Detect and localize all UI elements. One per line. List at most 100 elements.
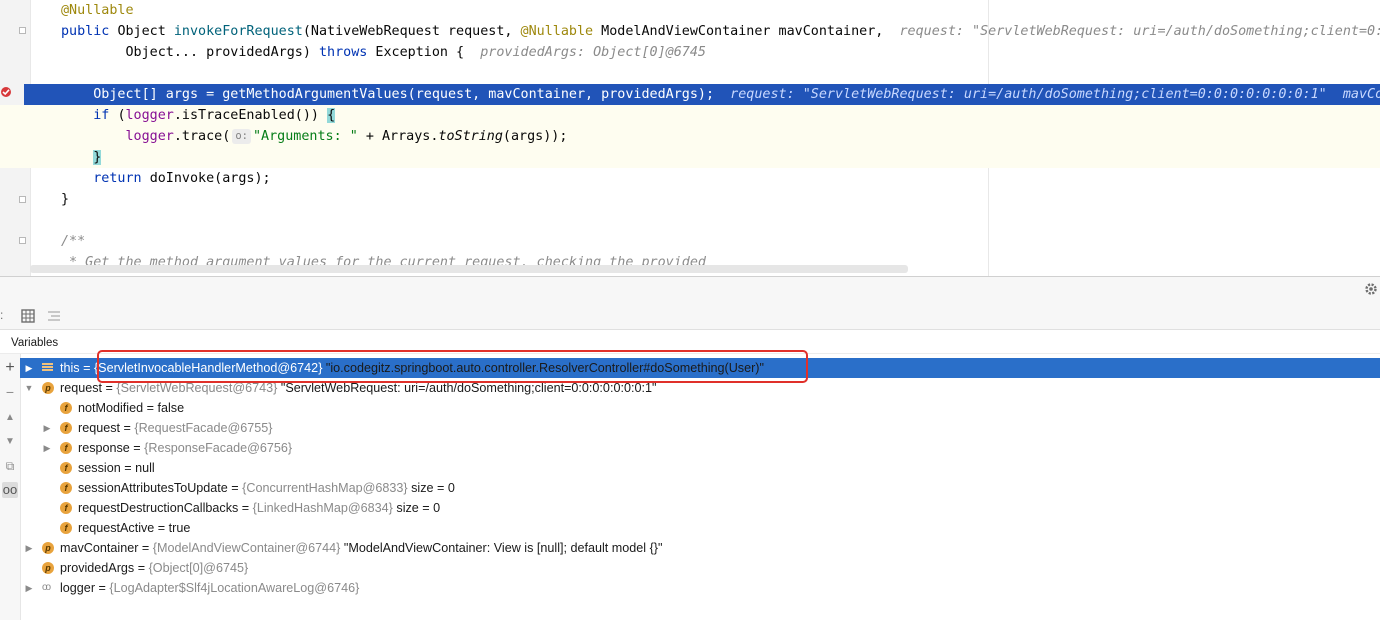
code-token: toString — [438, 129, 503, 144]
remove-watch-icon[interactable]: − — [2, 384, 18, 400]
gear-icon[interactable] — [1364, 282, 1378, 296]
code-line[interactable]: Object... providedArgs) throws Exception… — [0, 42, 1380, 63]
variable-value: "io.codegitz.springboot.auto.controller.… — [325, 361, 764, 375]
code-line[interactable]: logger.trace(o: "Arguments: " + Arrays.to… — [0, 126, 1380, 147]
code-text: /** — [61, 231, 85, 252]
code-editor[interactable]: @Nullable public Object invokeForRequest(… — [0, 0, 1380, 276]
inline-debug-value: request: "ServletWebRequest: uri=/auth/d… — [899, 24, 1380, 39]
variable-row[interactable]: p providedArgs = {Object[0]@6745} — [20, 558, 1380, 578]
variable-label: requestDestructionCallbacks = {LinkedHas… — [78, 501, 441, 515]
code-text: logger.trace(o: "Arguments: " + Arrays.to… — [61, 126, 567, 147]
code-line[interactable]: public Object invokeForRequest(NativeWeb… — [0, 21, 1380, 42]
code-token: public — [61, 24, 118, 39]
code-token: @Nullable — [520, 24, 594, 39]
code-line[interactable]: } — [0, 147, 1380, 168]
code-token: doInvoke(args); — [149, 171, 271, 186]
collapse-arrow-icon[interactable]: ▼ — [24, 378, 34, 398]
variable-label: sessionAttributesToUpdate = {ConcurrentH… — [78, 481, 455, 495]
field-icon: f — [60, 422, 72, 434]
code-token: @Nullable — [61, 3, 134, 18]
variable-value: false — [157, 401, 185, 415]
variable-label: logger = {LogAdapter$Slf4jLocationAwareL… — [60, 581, 360, 595]
expand-arrow-icon[interactable]: ▶ — [24, 538, 34, 558]
expand-arrow-icon[interactable]: ▶ — [42, 418, 52, 438]
field-icon: f — [60, 402, 72, 414]
expand-arrow-icon[interactable]: ▶ — [24, 358, 34, 378]
code-token: Exception { — [375, 45, 481, 60]
variable-value: "ModelAndViewContainer: View is [null]; … — [343, 541, 663, 555]
code-token: { — [327, 108, 336, 123]
code-token: "Arguments: " — [252, 129, 358, 144]
inline-debug-value: providedArgs: Object[0]@6745 — [480, 45, 706, 60]
code-token: logger — [125, 108, 174, 123]
code-line[interactable] — [0, 210, 1380, 231]
code-line[interactable]: return doInvoke(args); — [0, 168, 1380, 189]
variable-row[interactable]: ▼ p request = {ServletWebRequest@6743} "Se… — [20, 378, 1380, 398]
variable-row[interactable]: ▶ f response = {ResponseFacade@6756} — [20, 438, 1380, 458]
code-token: throws — [318, 45, 376, 60]
breakpoint-icon[interactable] — [0, 86, 12, 98]
variable-label: providedArgs = {Object[0]@6745} — [60, 561, 249, 575]
code-text: if (logger.isTraceEnabled()) { — [61, 105, 336, 126]
code-text: } — [61, 189, 69, 210]
code-token: Object — [117, 24, 174, 39]
code-text: Object... providedArgs) throws Exception… — [61, 42, 706, 63]
debugger-header — [0, 276, 1380, 303]
list-filter-icon[interactable] — [47, 309, 61, 323]
debugger-panel: : Variables + − ▲ ▼ ⧉ oo ▶ this = {Servle… — [0, 276, 1380, 620]
copy-icon[interactable]: ⧉ — [2, 458, 18, 474]
toolbar-separator: : — [0, 308, 4, 322]
variable-row[interactable]: ▶ oo logger = {LogAdapter$Slf4jLocationAwa… — [20, 578, 1380, 598]
inline-debug-value: request: "ServletWebRequest: uri=/auth/d… — [730, 87, 1380, 102]
variable-row[interactable]: f requestDestructionCallbacks = {LinkedHa… — [20, 498, 1380, 518]
parameter-icon: p — [42, 562, 54, 574]
code-line[interactable]: } — [0, 189, 1380, 210]
expand-arrow-icon[interactable]: ▶ — [24, 578, 34, 598]
variable-name: this — [60, 361, 80, 375]
parameter-hint: o: — [232, 129, 251, 144]
code-token: Object[] args = getMethodArgumentValues(… — [61, 87, 731, 102]
move-up-icon[interactable]: ▲ — [2, 410, 18, 426]
variable-name: session — [78, 461, 121, 475]
code-line[interactable]: if (logger.isTraceEnabled()) { — [0, 105, 1380, 126]
expand-arrow-icon[interactable]: ▶ — [42, 438, 52, 458]
code-token: .trace( — [173, 129, 231, 144]
variable-row[interactable]: f requestActive = true — [20, 518, 1380, 538]
variable-row[interactable]: ▶ f request = {RequestFacade@6755} — [20, 418, 1380, 438]
variable-row[interactable]: f sessionAttributesToUpdate = {Concurrent… — [20, 478, 1380, 498]
variable-row[interactable]: f notModified = false — [20, 398, 1380, 418]
variable-type: {LogAdapter$Slf4jLocationAwareLog@6746} — [109, 581, 360, 595]
glasses-icon[interactable]: oo — [2, 482, 18, 498]
watch-glasses-icon: oo — [42, 582, 51, 593]
code-token: return — [93, 171, 150, 186]
variable-type: {ResponseFacade@6756} — [144, 441, 293, 455]
code-line[interactable]: @Nullable — [0, 0, 1380, 21]
current-execution-line[interactable]: Object[] args = getMethodArgumentValues(… — [24, 84, 1380, 105]
object-icon — [42, 363, 53, 373]
parameter-icon: p — [42, 382, 54, 394]
variable-name: notModified — [78, 401, 144, 415]
variable-label: session = null — [78, 461, 155, 475]
add-watch-icon[interactable]: + — [2, 360, 18, 376]
table-icon[interactable] — [21, 309, 35, 323]
variable-type: {RequestFacade@6755} — [134, 421, 273, 435]
code-token: ( — [117, 108, 126, 123]
move-down-icon[interactable]: ▼ — [2, 434, 18, 450]
variable-label: this = {ServletInvocableHandlerMethod@67… — [60, 361, 764, 375]
variable-name: requestDestructionCallbacks — [78, 501, 239, 515]
variable-type: {ServletWebRequest@6743} — [116, 381, 278, 395]
variable-row[interactable]: f session = null — [20, 458, 1380, 478]
horizontal-scrollbar[interactable] — [30, 265, 908, 273]
variable-value: true — [168, 521, 191, 535]
code-token: /** — [61, 234, 86, 249]
code-line[interactable]: /** — [0, 231, 1380, 252]
code-line[interactable] — [0, 63, 1380, 84]
variable-row[interactable]: ▶ this = {ServletInvocableHandlerMethod@6… — [20, 358, 1380, 378]
variable-label: notModified = false — [78, 401, 185, 415]
variable-row[interactable]: ▶ p mavContainer = {ModelAndViewContainer@… — [20, 538, 1380, 558]
code-text: @Nullable — [61, 0, 134, 21]
variable-name: providedArgs — [60, 561, 135, 575]
field-icon: f — [60, 482, 72, 494]
